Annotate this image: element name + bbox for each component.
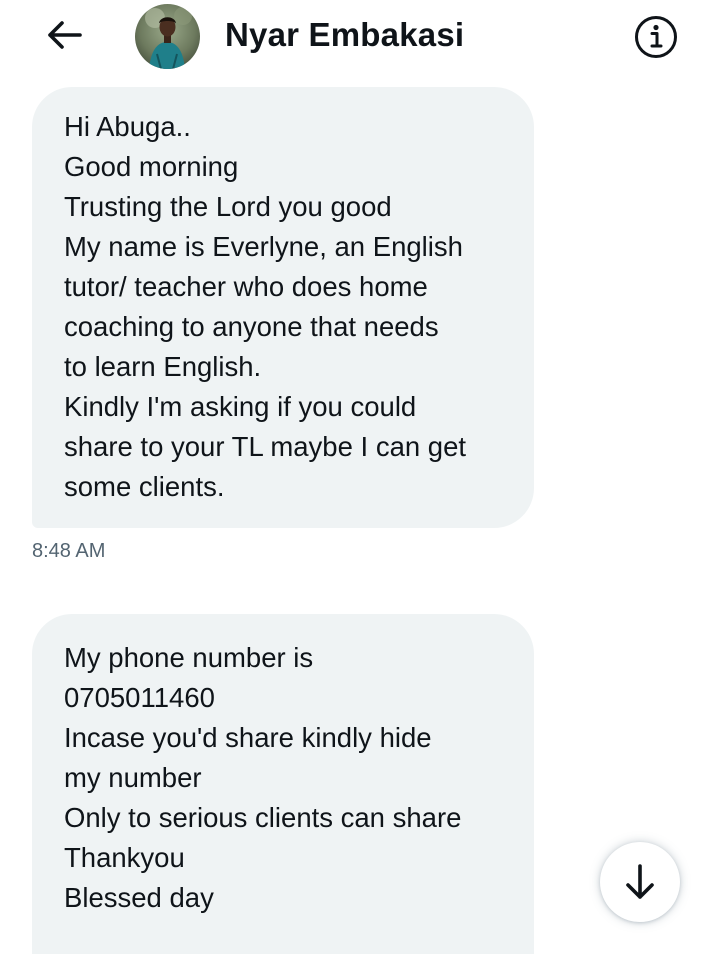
arrow-down-icon [626, 864, 654, 899]
message-line: Blessed day [64, 882, 214, 913]
back-button[interactable] [38, 13, 90, 57]
message-line: tutor/ teacher who does home [64, 271, 428, 302]
avatar[interactable] [135, 4, 200, 69]
scroll-to-bottom-button[interactable] [600, 842, 680, 922]
message-line: Good morning [64, 151, 239, 182]
message-line: some clients. [64, 471, 225, 502]
message-line: My phone number is [64, 642, 314, 673]
conversation-title: Nyar Embakasi [225, 16, 465, 53]
message-line: coaching to anyone that needs [64, 311, 439, 342]
message-line: share to your TL maybe I can get [64, 431, 467, 462]
message-line: 0705011460 [64, 682, 215, 713]
message-line: my number [64, 762, 202, 793]
message-line: Trusting the Lord you good [64, 191, 392, 222]
message-line: Only to serious clients can share [64, 802, 462, 833]
info-icon [635, 16, 677, 58]
message-bubble[interactable]: My phone number is 0705011460 Incase you… [32, 614, 534, 954]
profile-photo [135, 4, 200, 69]
conversation-header: Nyar Embakasi [0, 0, 719, 80]
conversation-info-button[interactable] [632, 13, 680, 61]
arrow-left-icon [48, 21, 82, 49]
message-line: Incase you'd share kindly hide [64, 722, 432, 753]
message-timestamp: 8:48 AM [32, 540, 106, 562]
message-line: to learn English. [64, 351, 262, 382]
message-line: Hi Abuga.. [64, 111, 191, 142]
message-line: Kindly I'm asking if you could [64, 391, 417, 422]
message-line: Thankyou [64, 842, 185, 873]
message-line: My name is Everlyne, an English [64, 231, 463, 262]
message-bubble[interactable]: Hi Abuga.. Good morning Trusting the Lor… [32, 87, 534, 528]
